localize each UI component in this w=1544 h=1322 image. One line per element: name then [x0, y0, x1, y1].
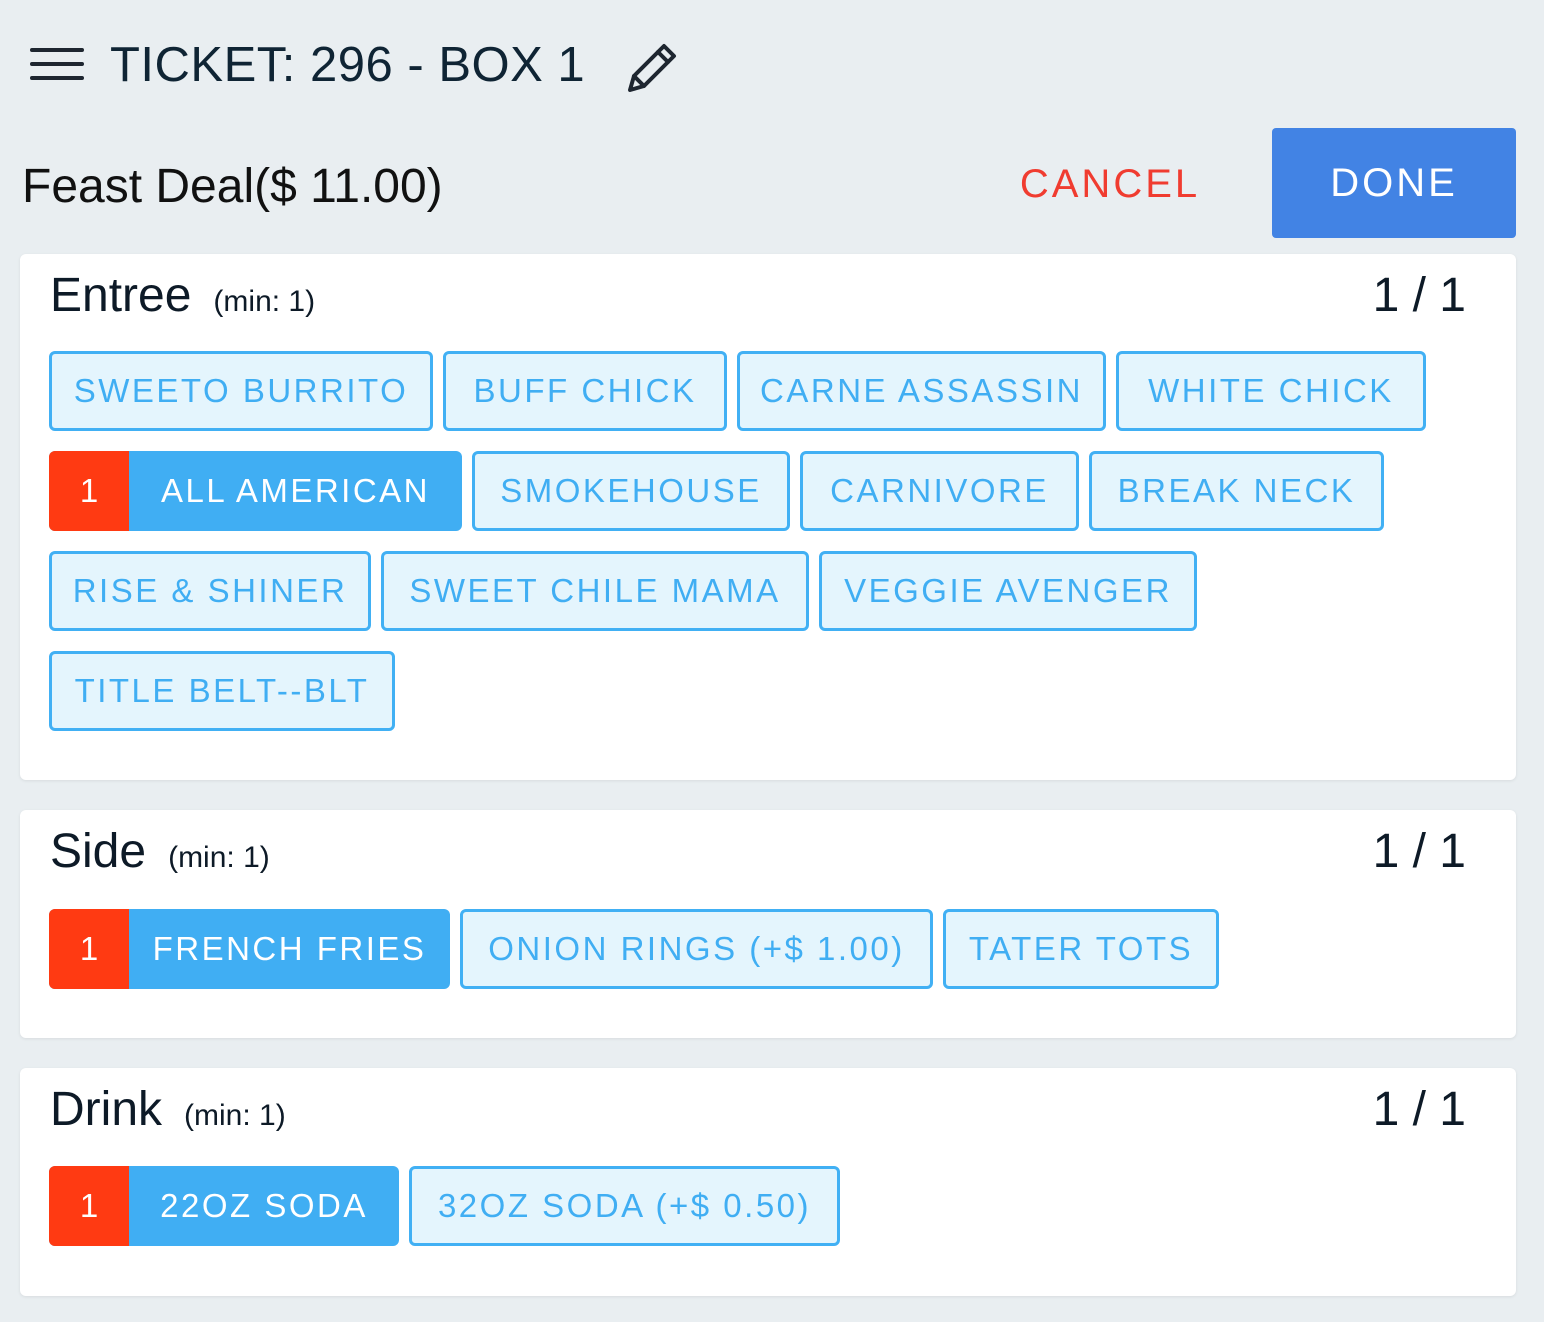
- option-label: FRENCH FRIES: [152, 930, 427, 967]
- option-label: BUFF CHICK: [473, 372, 697, 409]
- section-title: Side: [50, 825, 147, 878]
- done-button[interactable]: DONE: [1272, 128, 1516, 238]
- option-button-selected[interactable]: 1 FRENCH FRIES: [49, 909, 450, 989]
- hamburger-menu-icon[interactable]: [30, 44, 86, 84]
- option-button[interactable]: SWEET CHILE MAMA: [381, 551, 809, 631]
- option-button[interactable]: TITLE BELT--BLT: [49, 651, 395, 731]
- option-button[interactable]: BREAK NECK: [1089, 451, 1384, 531]
- option-label: SMOKEHOUSE: [500, 472, 762, 509]
- deal-title: Feast Deal($ 11.00): [22, 160, 443, 213]
- section-header: Entree (min: 1): [50, 268, 315, 323]
- option-label: RISE & SHINER: [72, 572, 348, 609]
- option-button[interactable]: CARNE ASSASSIN: [737, 351, 1106, 431]
- section-title: Entree: [50, 269, 192, 322]
- section-title: Drink: [50, 1083, 163, 1136]
- section-header: Side (min: 1): [50, 824, 270, 879]
- section-count: 1 / 1: [1372, 825, 1466, 878]
- option-label: BREAK NECK: [1117, 472, 1356, 509]
- option-button-selected[interactable]: 1 22OZ SODA: [49, 1166, 399, 1246]
- quantity-badge: 1: [49, 909, 129, 989]
- section-entree: Entree (min: 1) 1 / 1 SWEETO BURRITO BUF…: [20, 254, 1516, 780]
- section-count: 1 / 1: [1372, 1083, 1466, 1136]
- option-label: WHITE CHICK: [1148, 372, 1394, 409]
- option-button-selected[interactable]: 1 ALL AMERICAN: [49, 451, 462, 531]
- section-header: Drink (min: 1): [50, 1082, 286, 1137]
- option-label: CARNIVORE: [830, 472, 1049, 509]
- option-label: TATER TOTS: [968, 930, 1194, 967]
- pencil-icon[interactable]: [620, 38, 680, 98]
- quantity-badge: 1: [49, 1166, 129, 1246]
- option-button[interactable]: TATER TOTS: [943, 909, 1219, 989]
- option-button[interactable]: 32OZ SODA (+$ 0.50): [409, 1166, 840, 1246]
- cancel-button[interactable]: CANCEL: [1000, 136, 1220, 232]
- option-label: SWEET CHILE MAMA: [409, 572, 781, 609]
- header: TICKET: 296 - BOX 1: [0, 0, 1544, 128]
- section-count: 1 / 1: [1372, 269, 1466, 322]
- option-label: CARNE ASSASSIN: [760, 372, 1083, 409]
- option-button[interactable]: WHITE CHICK: [1116, 351, 1426, 431]
- option-button[interactable]: ONION RINGS (+$ 1.00): [460, 909, 933, 989]
- option-button[interactable]: CARNIVORE: [800, 451, 1079, 531]
- section-drink: Drink (min: 1) 1 / 1 1 22OZ SODA 32OZ SO…: [20, 1068, 1516, 1296]
- combo-editor-page: TICKET: 296 - BOX 1 Feast Deal($ 11.00) …: [0, 0, 1544, 1322]
- section-min: (min: 1): [184, 1099, 286, 1132]
- option-button[interactable]: RISE & SHINER: [49, 551, 371, 631]
- option-label: ALL AMERICAN: [160, 472, 431, 509]
- option-label: 22OZ SODA: [160, 1187, 368, 1224]
- option-button[interactable]: VEGGIE AVENGER: [819, 551, 1197, 631]
- option-label: ONION RINGS (+$ 1.00): [488, 930, 905, 967]
- option-label: TITLE BELT--BLT: [74, 672, 370, 709]
- section-side: Side (min: 1) 1 / 1 1 FRENCH FRIES ONION…: [20, 810, 1516, 1038]
- option-button[interactable]: SMOKEHOUSE: [472, 451, 790, 531]
- option-button[interactable]: SWEETO BURRITO: [49, 351, 433, 431]
- option-label: VEGGIE AVENGER: [844, 572, 1172, 609]
- section-min: (min: 1): [213, 285, 316, 318]
- quantity-badge: 1: [49, 451, 129, 531]
- ticket-title: TICKET: 296 - BOX 1: [110, 38, 586, 92]
- option-label: 32OZ SODA (+$ 0.50): [437, 1187, 812, 1224]
- option-button[interactable]: BUFF CHICK: [443, 351, 727, 431]
- section-min: (min: 1): [168, 841, 270, 874]
- option-label: SWEETO BURRITO: [73, 372, 409, 409]
